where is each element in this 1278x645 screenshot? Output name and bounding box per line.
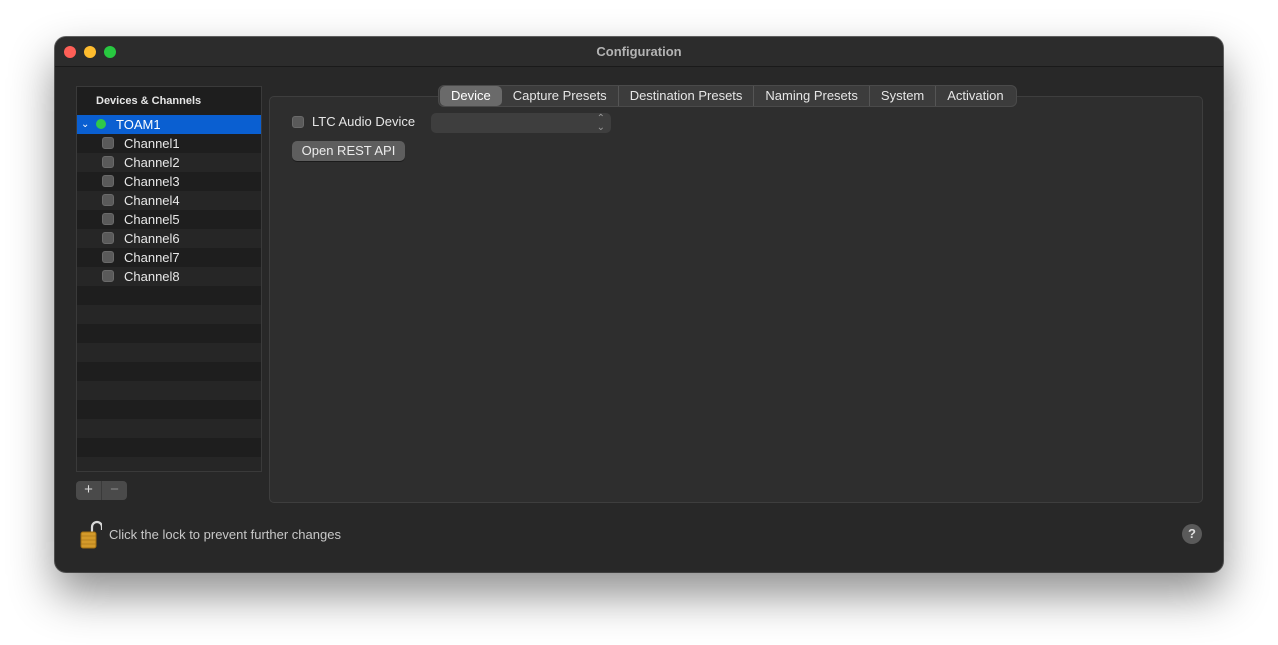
channel-checkbox[interactable] [102,194,114,206]
window-title: Configuration [596,44,682,59]
channel-row[interactable]: Channel1 [77,134,261,153]
updown-chevron-icon: ⌃ ⌄ [596,113,605,133]
empty-row [77,400,261,419]
tab-destination-presets[interactable]: Destination Presets [619,86,755,106]
empty-row [77,362,261,381]
device-label: TOAM1 [116,117,161,132]
channel-checkbox[interactable] [102,213,114,225]
channel-label: Channel3 [124,174,180,189]
add-device-button[interactable]: + [76,481,102,500]
lock-message: Click the lock to prevent further change… [109,527,341,542]
empty-row [77,305,261,324]
empty-row [77,419,261,438]
tab-bar: Device Capture Presets Destination Prese… [438,85,1017,107]
settings-panel [269,96,1203,503]
channel-label: Channel1 [124,136,180,151]
empty-row [77,381,261,400]
status-dot-icon [96,119,106,129]
channel-label: Channel5 [124,212,180,227]
unlocked-lock-icon[interactable] [80,519,102,549]
channel-row[interactable]: Channel5 [77,210,261,229]
channel-row[interactable]: Channel6 [77,229,261,248]
tab-device[interactable]: Device [440,86,502,106]
channel-row[interactable]: Channel7 [77,248,261,267]
channel-row[interactable]: Channel8 [77,267,261,286]
tab-capture-presets[interactable]: Capture Presets [502,86,619,106]
configuration-window: Configuration Devices & Channels ⌄ TOAM1… [55,37,1223,572]
title-bar[interactable]: Configuration [55,37,1223,67]
channel-checkbox[interactable] [102,270,114,282]
channel-row[interactable]: Channel3 [77,172,261,191]
help-button[interactable]: ? [1182,524,1202,544]
tab-naming-presets[interactable]: Naming Presets [754,86,870,106]
devices-sidebar: Devices & Channels ⌄ TOAM1 Channel1 Chan… [76,86,262,472]
chevron-down-icon[interactable]: ⌄ [81,115,91,134]
channel-checkbox[interactable] [102,137,114,149]
empty-row [77,438,261,457]
ltc-audio-device-checkbox[interactable] [292,116,304,128]
channel-label: Channel7 [124,250,180,265]
device-row-toam1[interactable]: ⌄ TOAM1 [77,115,261,134]
tab-system[interactable]: System [870,86,937,106]
add-remove-control: + − [76,481,127,500]
empty-row [77,286,261,305]
sidebar-header: Devices & Channels [77,87,261,115]
channel-label: Channel8 [124,269,180,284]
channel-checkbox[interactable] [102,251,114,263]
channel-checkbox[interactable] [102,232,114,244]
channel-label: Channel6 [124,231,180,246]
channel-row[interactable]: Channel2 [77,153,261,172]
remove-device-button[interactable]: − [102,481,127,500]
channel-label: Channel4 [124,193,180,208]
empty-row [77,343,261,362]
tab-activation[interactable]: Activation [936,86,1014,106]
open-rest-api-button[interactable]: Open REST API [292,141,405,161]
ltc-audio-device-label[interactable]: LTC Audio Device [312,114,415,129]
channel-checkbox[interactable] [102,175,114,187]
channel-checkbox[interactable] [102,156,114,168]
channel-label: Channel2 [124,155,180,170]
ltc-audio-device-select[interactable]: ⌃ ⌄ [431,113,611,133]
empty-row [77,324,261,343]
empty-row [77,457,261,471]
channel-row[interactable]: Channel4 [77,191,261,210]
